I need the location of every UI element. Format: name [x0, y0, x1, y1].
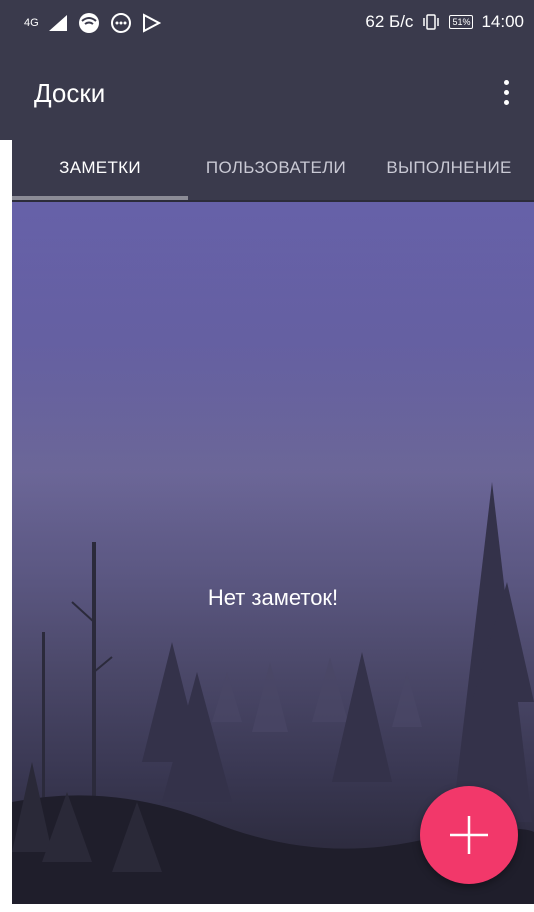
tab-bar: ЗАМЕТКИ ПОЛЬЗОВАТЕЛИ ВЫПОЛНЕНИЕ — [12, 140, 534, 202]
battery-icon: 51% — [449, 15, 474, 29]
vibrate-icon — [421, 12, 441, 32]
status-bar: 4G 62 Б/с 51% 14:00 — [0, 0, 534, 48]
wifi-icon — [77, 12, 101, 34]
add-note-button[interactable] — [420, 786, 518, 884]
page-title: Доски — [34, 78, 106, 108]
play-store-icon — [141, 13, 161, 33]
status-right: 62 Б/с 51% 14:00 — [365, 12, 524, 32]
tab-users[interactable]: ПОЛЬЗОВАТЕЛИ — [188, 140, 364, 196]
notes-list-area: Нет заметок! — [12, 202, 534, 912]
tab-progress[interactable]: ВЫПОЛНЕНИЕ — [364, 140, 534, 196]
bottom-edge — [0, 904, 534, 912]
network-speed: 62 Б/с — [365, 12, 414, 31]
network-type-label: 4G — [24, 17, 39, 29]
status-left: 4G — [24, 12, 161, 34]
chat-icon — [109, 12, 133, 34]
clock: 14:00 — [481, 12, 524, 31]
plus-icon — [450, 816, 488, 854]
tab-notes[interactable]: ЗАМЕТКИ — [12, 140, 188, 196]
signal-icon — [47, 13, 69, 33]
more-vert-icon[interactable] — [492, 74, 520, 110]
app-bar: Доски — [0, 48, 534, 140]
empty-state-message: Нет заметок! — [207, 585, 339, 610]
screen: 4G 62 Б/с 51% 14:00 Доски ЗАМЕТКИ ПОЛЬЗО… — [0, 0, 534, 912]
